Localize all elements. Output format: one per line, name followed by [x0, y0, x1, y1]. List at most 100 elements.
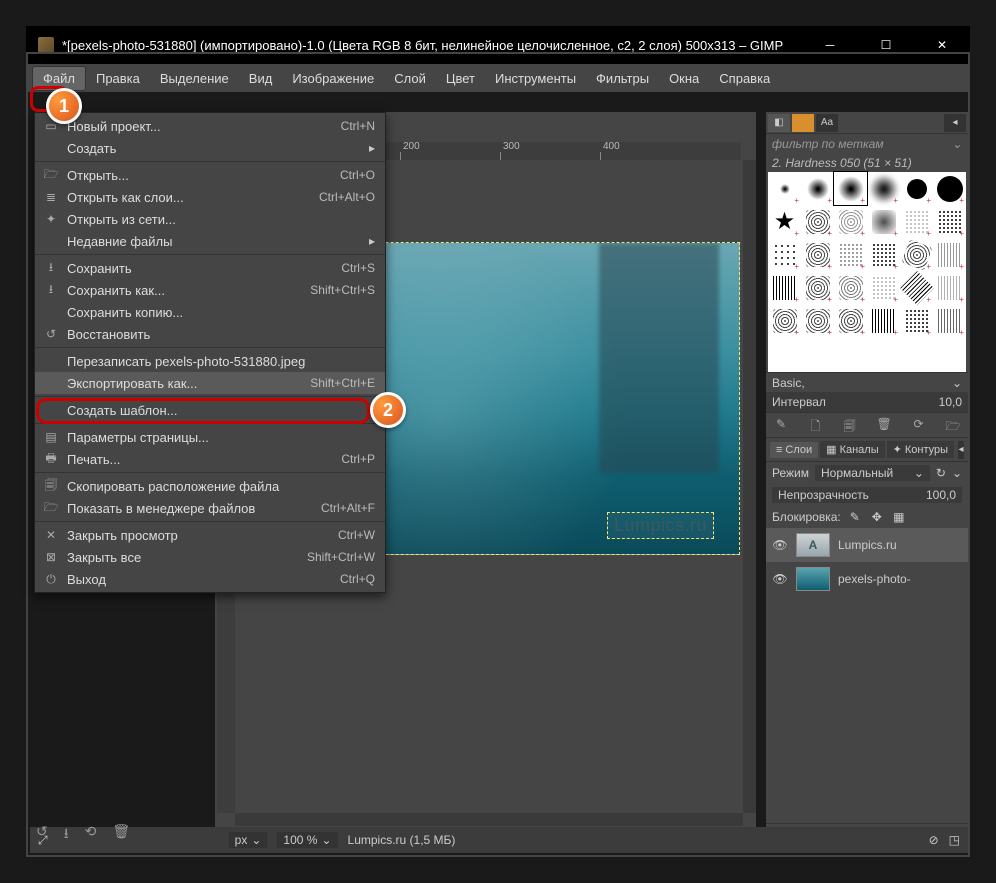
brush-item[interactable]	[773, 309, 797, 333]
brush-item[interactable]	[905, 210, 929, 234]
chevron-down-icon[interactable]: ⌄	[952, 137, 962, 151]
menu-view[interactable]: Вид	[239, 67, 283, 90]
menu-item[interactable]: ⭳СохранитьCtrl+S	[35, 257, 385, 279]
tool-options-icon[interactable]: ⭳	[64, 823, 69, 847]
menu-item[interactable]: 🖶Печать...Ctrl+P	[35, 448, 385, 470]
duplicate-brush-icon[interactable]: 🗐	[841, 417, 859, 433]
text-layer-selection[interactable]: Lumpics.ru	[607, 512, 714, 539]
maximize-button[interactable]: ☐	[858, 26, 914, 64]
zoom-selector[interactable]: 100 % ⌄	[277, 832, 337, 848]
chevron-down-icon[interactable]: ⌄	[952, 376, 962, 390]
menu-item[interactable]: ⭳Сохранить как...Shift+Ctrl+S	[35, 279, 385, 301]
scrollbar-horizontal[interactable]	[235, 813, 743, 826]
brush-item[interactable]	[937, 176, 963, 202]
reset-icon[interactable]: ⟲	[85, 823, 97, 847]
brush-item[interactable]	[839, 309, 863, 333]
brush-item[interactable]	[773, 243, 797, 267]
brush-item[interactable]	[869, 174, 899, 204]
tab-menu-icon[interactable]: ◂	[958, 441, 964, 459]
brush-item[interactable]	[905, 309, 929, 333]
menu-item[interactable]: Недавние файлы	[35, 230, 385, 252]
visibility-eye-icon[interactable]: 👁	[772, 572, 788, 586]
brush-item[interactable]	[806, 210, 830, 234]
brush-item[interactable]	[773, 276, 797, 300]
refresh-brush-icon[interactable]: ⟳	[910, 417, 928, 433]
minimize-button[interactable]: ─	[802, 26, 858, 64]
open-brush-icon[interactable]: 🗁	[944, 417, 962, 433]
brush-item[interactable]	[806, 309, 830, 333]
lock-pixels-icon[interactable]: ✎	[847, 510, 863, 524]
scrollbar-vertical[interactable]	[743, 160, 756, 813]
brush-item[interactable]	[872, 243, 896, 267]
menu-item[interactable]: Перезаписать pexels-photo-531880.jpeg	[35, 350, 385, 372]
lock-position-icon[interactable]: ✥	[869, 510, 885, 524]
menu-item[interactable]: Создать	[35, 137, 385, 159]
tab-channels[interactable]: ▦ Каналы	[820, 441, 884, 458]
menu-help[interactable]: Справка	[709, 67, 780, 90]
layer-name[interactable]: Lumpics.ru	[838, 538, 962, 552]
brush-item[interactable]	[806, 243, 830, 267]
brush-item[interactable]	[907, 179, 927, 199]
brush-item[interactable]	[938, 276, 962, 300]
unit-selector[interactable]: px ⌄	[229, 832, 268, 848]
menu-tools[interactable]: Инструменты	[485, 67, 586, 90]
menu-item[interactable]: ⊠Закрыть всеShift+Ctrl+W	[35, 546, 385, 568]
menu-item[interactable]: ✦Открыть из сети...	[35, 208, 385, 230]
menu-item[interactable]: Экспортировать как...Shift+Ctrl+E	[35, 372, 385, 394]
layer-name[interactable]: pexels-photo-	[838, 572, 962, 586]
interval-value[interactable]: 10,0	[939, 395, 962, 409]
brush-item[interactable]: ★	[774, 210, 796, 234]
brush-item[interactable]	[872, 309, 896, 333]
close-button[interactable]: ✕	[914, 26, 970, 64]
tab-fonts-icon[interactable]: Aa	[816, 114, 838, 132]
menu-item[interactable]: ⏻ВыходCtrl+Q	[35, 568, 385, 590]
menu-windows[interactable]: Окна	[659, 67, 709, 90]
tab-brushes-icon[interactable]: ◧	[768, 114, 790, 132]
brush-item[interactable]	[901, 239, 932, 270]
tab-patterns-icon[interactable]	[792, 114, 814, 132]
edit-brush-icon[interactable]: ✎	[772, 417, 790, 433]
brush-item[interactable]	[839, 243, 863, 267]
brush-item[interactable]	[872, 276, 896, 300]
visibility-eye-icon[interactable]: 👁	[772, 538, 788, 552]
mode-dropdown[interactable]: Нормальный⌄	[815, 465, 930, 481]
delete-brush-icon[interactable]: 🗑	[875, 417, 893, 433]
brush-item[interactable]	[872, 210, 896, 234]
menu-item[interactable]: 🗐Скопировать расположение файла	[35, 475, 385, 497]
menu-item[interactable]: Сохранить копию...	[35, 301, 385, 323]
tab-paths[interactable]: ✦ Контуры	[887, 441, 954, 458]
menu-select[interactable]: Выделение	[150, 67, 239, 90]
menu-color[interactable]: Цвет	[436, 67, 485, 90]
mode-reset-icon[interactable]: ↻	[936, 466, 946, 480]
cancel-icon[interactable]: ⊘	[929, 833, 939, 847]
tab-menu-icon[interactable]: ◂	[944, 114, 966, 132]
brush-item-selected[interactable]	[838, 176, 864, 202]
layer-thumbnail[interactable]: A	[796, 533, 830, 557]
undo-history-icon[interactable]: ↺	[36, 823, 48, 847]
delete-icon[interactable]: 🗑	[112, 823, 130, 847]
navigate-icon[interactable]: ◳	[949, 833, 960, 847]
menu-item[interactable]: ✕Закрыть просмотрCtrl+W	[35, 524, 385, 546]
opacity-slider[interactable]: Непрозрачность 100,0	[772, 487, 962, 503]
brush-preset-label[interactable]: Basic,	[772, 376, 805, 390]
brush-item[interactable]	[839, 210, 863, 234]
tab-layers[interactable]: ≡ Слои	[770, 442, 818, 458]
brush-item[interactable]	[938, 210, 962, 234]
brush-item[interactable]	[900, 271, 934, 305]
brush-item[interactable]	[938, 309, 962, 333]
menu-item[interactable]: ▭Новый проект...Ctrl+N	[35, 115, 385, 137]
brush-item[interactable]	[839, 276, 863, 300]
brush-filter-input[interactable]: фильтр по меткам	[772, 137, 884, 151]
menu-item[interactable]: ≣Открыть как слои...Ctrl+Alt+O	[35, 186, 385, 208]
menu-filters[interactable]: Фильтры	[586, 67, 659, 90]
menu-layer[interactable]: Слой	[384, 67, 436, 90]
brush-item[interactable]	[780, 184, 790, 194]
layer-row[interactable]: 👁 A Lumpics.ru	[766, 528, 968, 562]
brush-item[interactable]	[806, 276, 830, 300]
brush-item[interactable]	[807, 178, 829, 200]
menu-item[interactable]: 🗁Открыть...Ctrl+O	[35, 164, 385, 186]
lock-alpha-icon[interactable]: ▦	[891, 510, 907, 524]
layer-row[interactable]: 👁 pexels-photo-	[766, 562, 968, 596]
menu-item[interactable]: 🗁Показать в менеджере файловCtrl+Alt+F	[35, 497, 385, 519]
menu-item[interactable]: ▤Параметры страницы...	[35, 426, 385, 448]
